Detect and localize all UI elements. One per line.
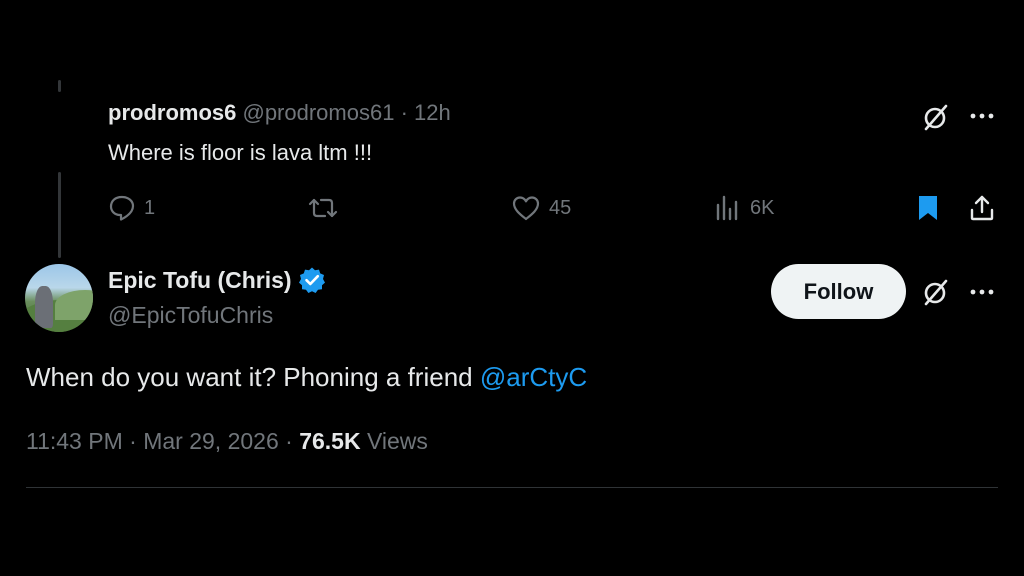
meta-separator: · (285, 428, 293, 454)
heart-icon (512, 196, 540, 221)
more-button[interactable] (966, 276, 998, 308)
tweet-time[interactable]: 11:43 PM (26, 428, 123, 454)
views-icon (716, 195, 738, 221)
reply-more-button[interactable] (966, 100, 998, 132)
avatar[interactable] (25, 264, 93, 332)
tweet-date[interactable]: Mar 29, 2026 (143, 428, 279, 454)
tweet-meta: 11:43 PM · Mar 29, 2026 · 76.5K Views (26, 428, 428, 455)
verified-badge-icon (298, 267, 325, 293)
repost-icon (308, 198, 338, 218)
views-count: 6K (750, 196, 775, 219)
reply-text: Where is floor is lava ltm !!! (108, 140, 373, 165)
bookmark-button[interactable] (912, 192, 944, 224)
tweet-text: When do you want it? Phoning a friend @a… (26, 362, 587, 393)
author-handle[interactable]: @EpicTofuChris (108, 302, 273, 329)
reply-header: prodromos6 @prodromos61 · 12h (108, 100, 451, 126)
reply-separator: · (400, 100, 408, 125)
mention-link[interactable]: @arCtyC (480, 362, 587, 392)
views-label: Views (366, 428, 428, 454)
grok-icon (924, 279, 948, 306)
like-button[interactable]: 45 (511, 193, 571, 223)
grok-icon (924, 104, 948, 131)
reply-icon (109, 195, 135, 221)
reply-button[interactable]: 1 (108, 193, 155, 223)
reply-author-handle[interactable]: @prodromos61 (242, 100, 394, 125)
follow-button[interactable]: Follow (771, 264, 906, 319)
like-count: 45 (549, 196, 572, 219)
share-button[interactable] (966, 192, 998, 224)
thread-line-top (58, 80, 61, 92)
divider (26, 487, 998, 488)
meta-separator: · (129, 428, 137, 454)
views-total: 76.5K (299, 428, 361, 454)
reply-author-name[interactable]: prodromos6 (108, 100, 236, 125)
author-name[interactable]: Epic Tofu (Chris) (108, 267, 292, 294)
reply-count: 1 (144, 196, 156, 219)
repost-button[interactable] (308, 193, 346, 223)
grok-button[interactable] (918, 275, 954, 309)
more-icon (970, 289, 994, 295)
bookmark-icon (919, 196, 937, 220)
reply-grok-button[interactable] (918, 100, 954, 134)
author-name-row[interactable]: Epic Tofu (Chris) (108, 266, 326, 294)
thread-line (58, 172, 61, 258)
reply-timestamp[interactable]: 12h (414, 100, 451, 125)
views-button[interactable]: 6K (714, 193, 774, 223)
tweet-text-body: When do you want it? Phoning a friend (26, 362, 480, 392)
share-icon (970, 195, 994, 221)
more-icon (970, 113, 994, 119)
